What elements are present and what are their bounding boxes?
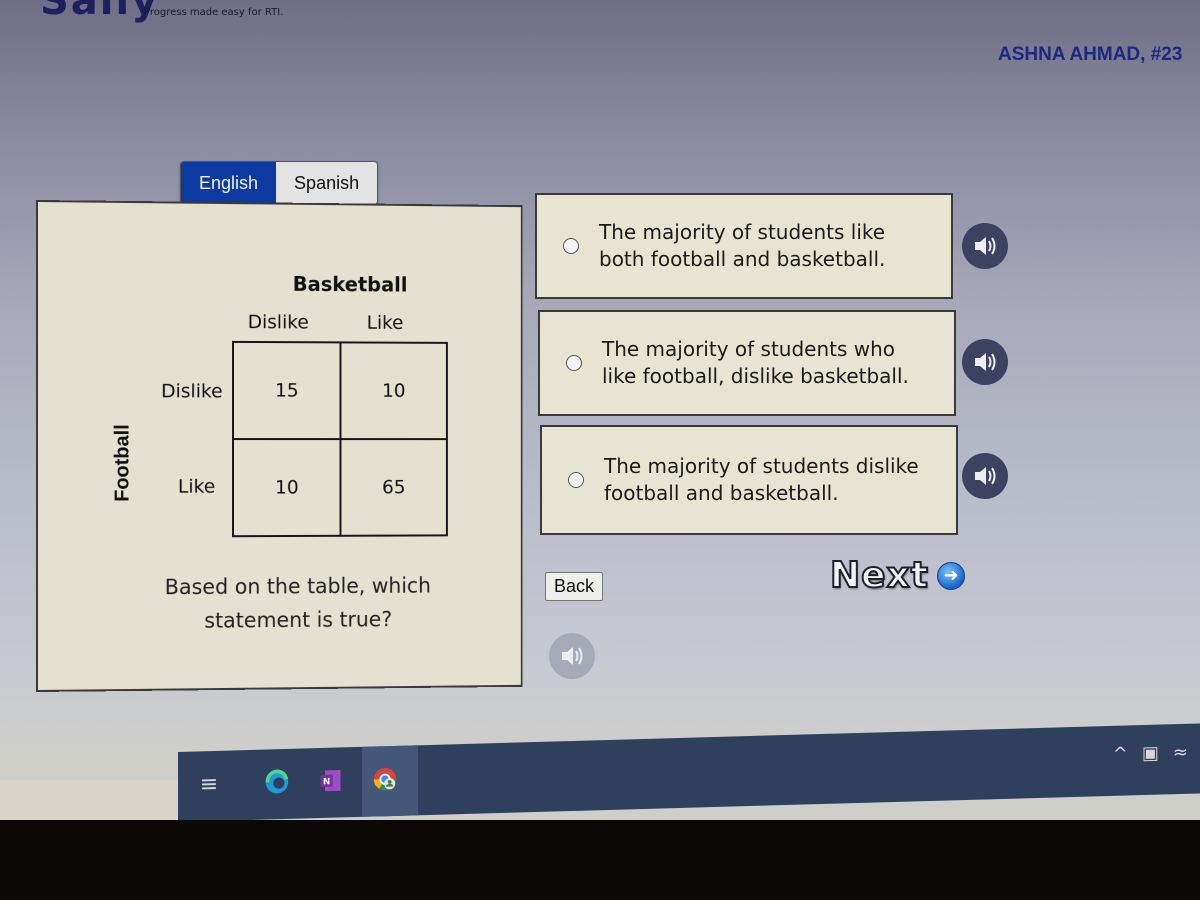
wifi-icon[interactable]: ≈ bbox=[1173, 742, 1188, 763]
chevron-up-icon[interactable]: ^ bbox=[1113, 743, 1128, 764]
speaker-icon[interactable] bbox=[962, 339, 1008, 385]
column-header: Like bbox=[366, 311, 404, 334]
radio-button[interactable] bbox=[563, 238, 579, 254]
student-name: ASHNA AHMAD, #23 bbox=[998, 44, 1183, 65]
table-cell: 10 bbox=[233, 439, 341, 537]
answer-text: The majority of students who like footba… bbox=[602, 337, 909, 388]
speaker-icon[interactable] bbox=[962, 453, 1008, 499]
back-button[interactable]: Back bbox=[545, 572, 604, 601]
system-tray: ^ ▣ ≈ bbox=[1113, 742, 1188, 765]
table-cell: 15 bbox=[233, 341, 341, 440]
app-logo: Sally bbox=[40, 0, 160, 24]
column-variable-label: Basketball bbox=[292, 271, 408, 297]
table-cell: 10 bbox=[340, 342, 447, 440]
svg-text:N: N bbox=[323, 777, 330, 787]
radio-button[interactable] bbox=[566, 355, 582, 371]
app-tagline: Progress made easy for RTI. bbox=[144, 7, 284, 18]
spanish-button[interactable]: Spanish bbox=[276, 162, 378, 204]
answer-option[interactable]: The majority of students who like footba… bbox=[538, 310, 956, 416]
answer-text: The majority of students like both footb… bbox=[599, 220, 886, 271]
speaker-icon[interactable] bbox=[962, 223, 1008, 269]
desktop-edge bbox=[0, 780, 180, 825]
next-button[interactable]: Next ➜ bbox=[829, 554, 965, 597]
question-prompt: Based on the table, which statement is t… bbox=[164, 573, 431, 633]
arrow-right-circle-icon: ➜ bbox=[936, 561, 965, 590]
table-cell: 65 bbox=[340, 439, 447, 536]
speaker-icon[interactable] bbox=[549, 633, 595, 679]
radio-button[interactable] bbox=[568, 472, 584, 488]
answer-text: The majority of students dislike footbal… bbox=[604, 454, 919, 505]
question-panel: Basketball Dislike Like Football Dislike… bbox=[36, 200, 523, 692]
table-row: 15 10 bbox=[233, 341, 447, 440]
monitor-bezel bbox=[0, 820, 1200, 900]
answer-option[interactable]: The majority of students dislike footbal… bbox=[540, 425, 958, 535]
row-variable-label: Football bbox=[111, 424, 134, 502]
english-button[interactable]: English bbox=[181, 162, 277, 204]
task-view-icon[interactable]: ≡ bbox=[194, 769, 224, 800]
table-row: 10 65 bbox=[233, 439, 447, 537]
row-header: Dislike bbox=[161, 380, 223, 403]
language-toggle: English Spanish bbox=[180, 161, 379, 205]
row-header: Like bbox=[177, 475, 216, 498]
chrome-icon[interactable] bbox=[370, 764, 400, 795]
network-status-icon[interactable]: ▣ bbox=[1142, 743, 1159, 764]
answer-option[interactable]: The majority of students like both footb… bbox=[535, 193, 953, 299]
next-label: Next bbox=[829, 554, 929, 597]
two-way-table: 15 10 10 65 bbox=[232, 341, 448, 537]
taskbar: ≡ N ^ ▣ ≈ bbox=[178, 723, 1200, 822]
edge-icon[interactable] bbox=[262, 767, 292, 798]
column-header: Dislike bbox=[247, 311, 309, 334]
onenote-icon[interactable]: N bbox=[316, 765, 346, 796]
